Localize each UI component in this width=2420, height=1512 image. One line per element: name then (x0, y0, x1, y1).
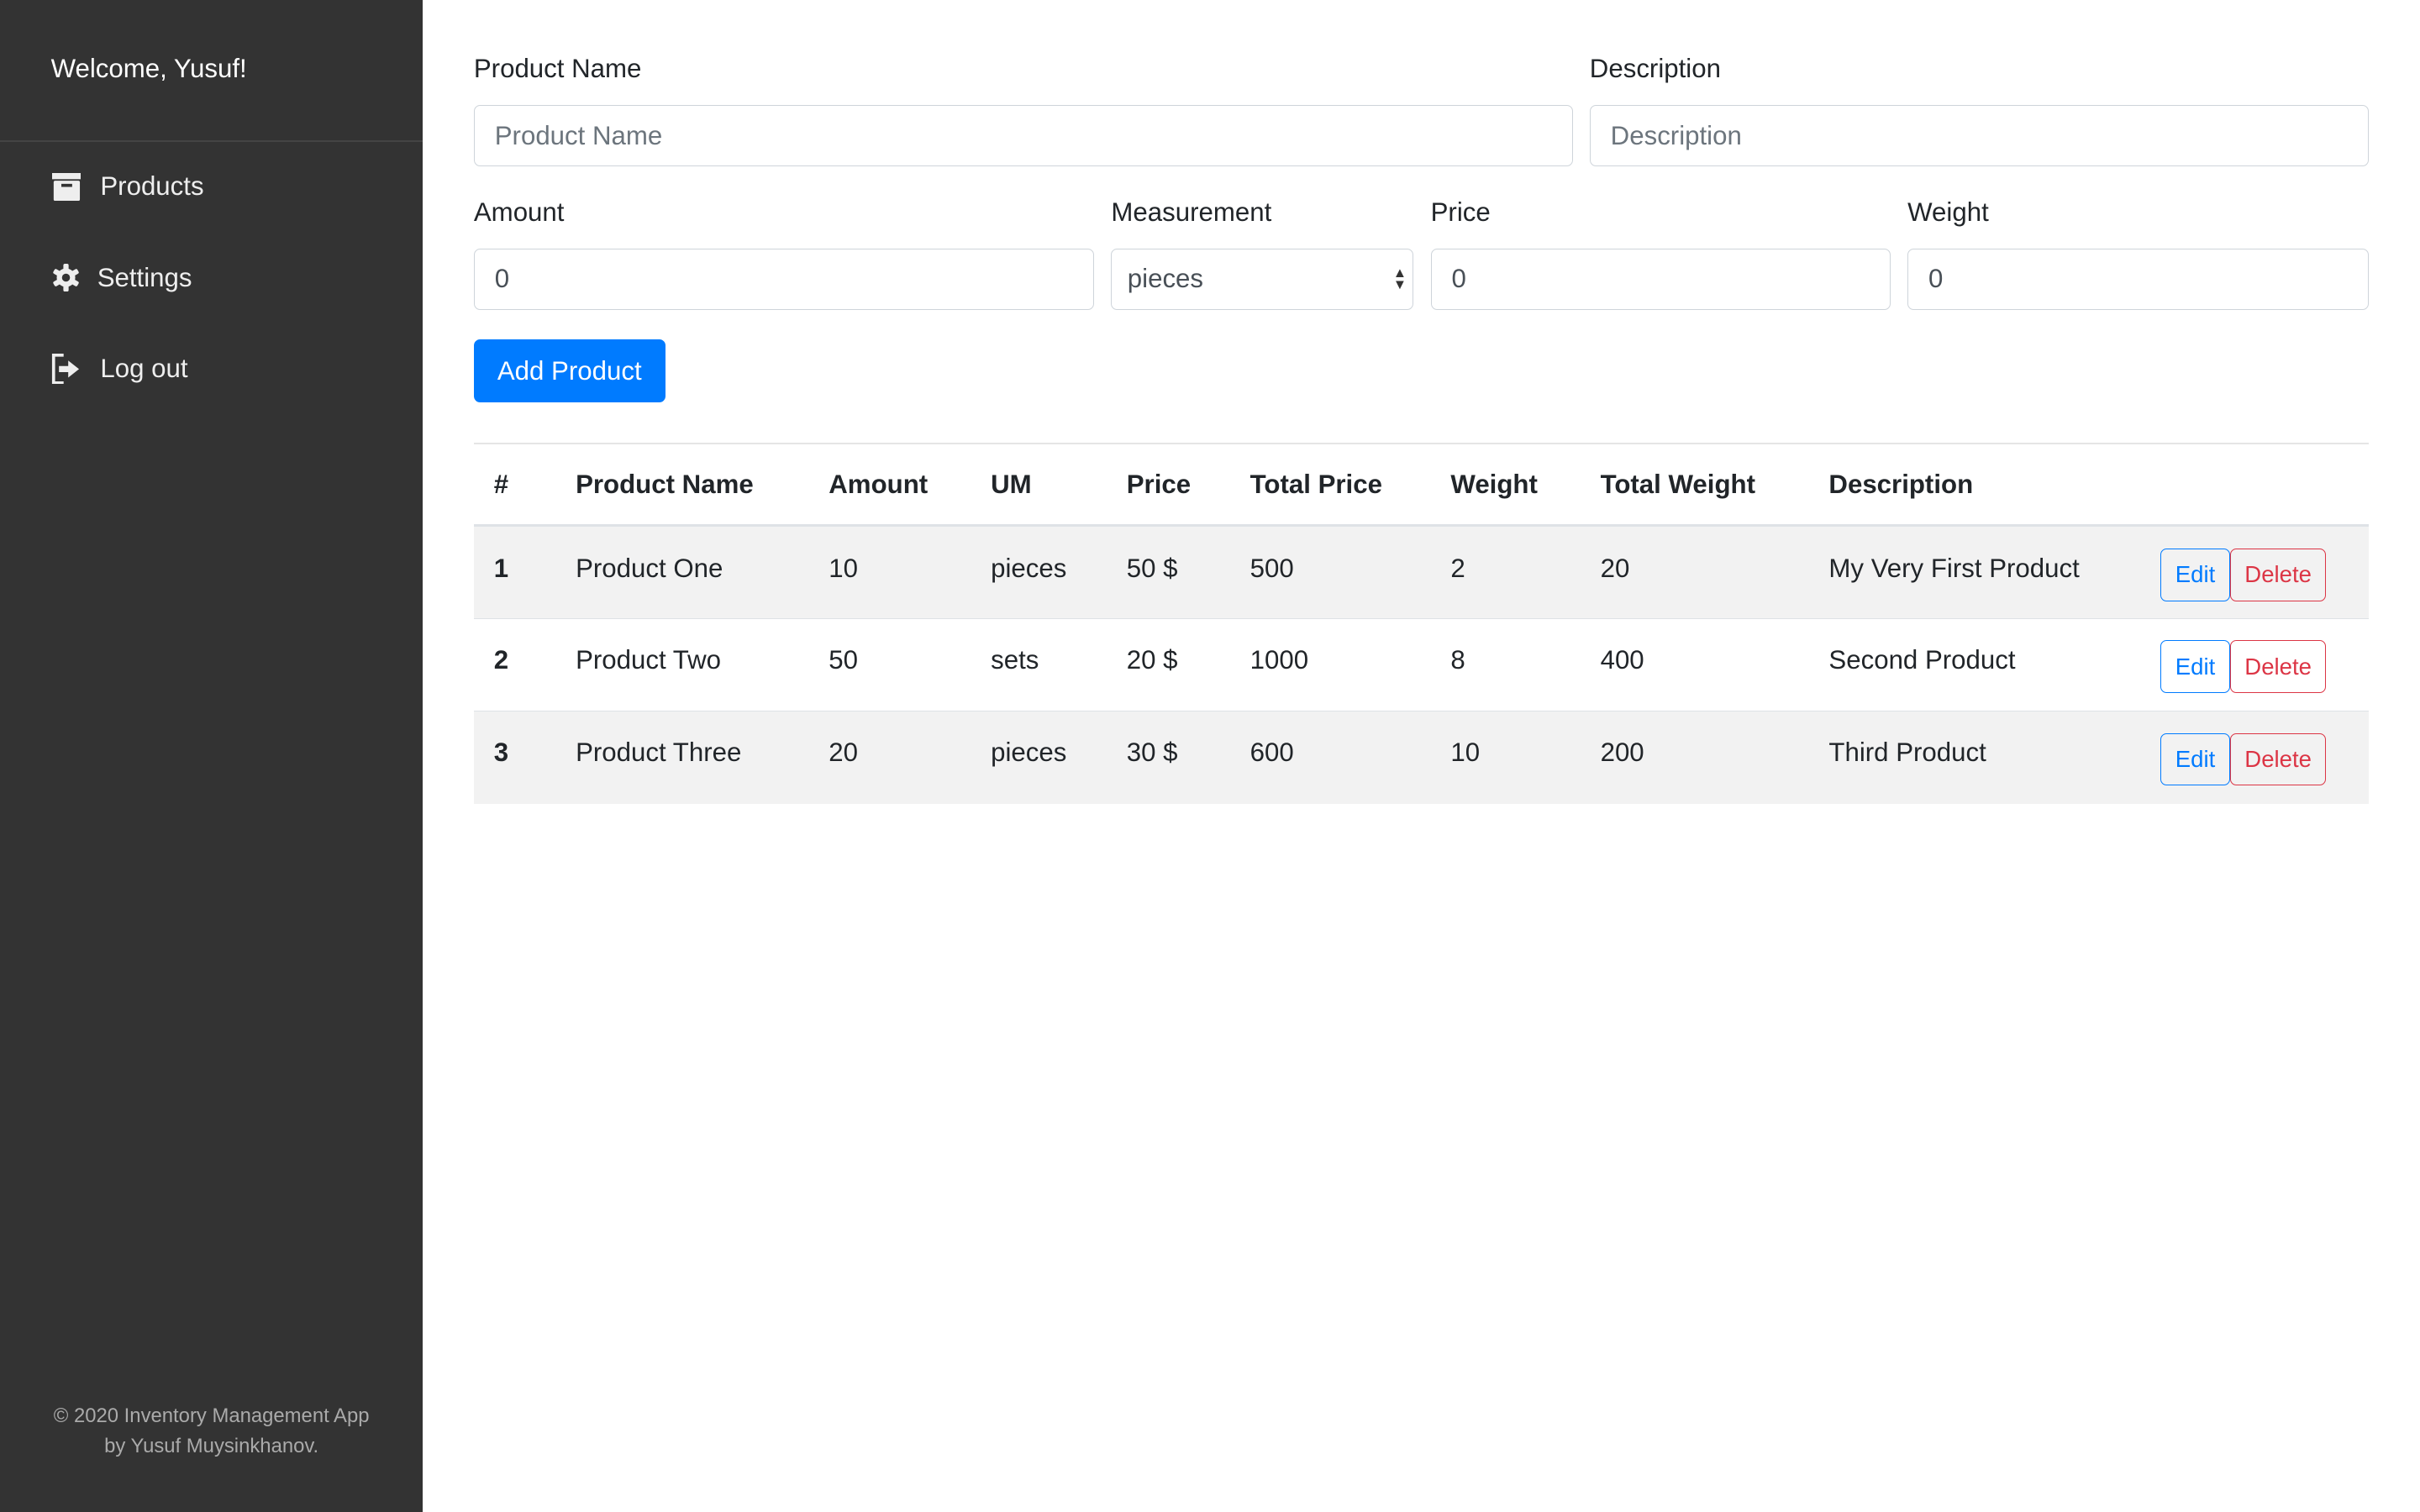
sidebar-item-products[interactable]: Products (51, 171, 204, 202)
footer-copyright: © 2020 Inventory Management App (53, 1404, 370, 1427)
product-name-input[interactable] (473, 104, 1573, 167)
cell-weight: 10 (1430, 710, 1581, 804)
header-total-weight: Total Weight (1580, 444, 1809, 528)
cell-amount: 20 (808, 710, 971, 804)
header-weight: Weight (1430, 444, 1581, 528)
footer: © 2020 Inventory Management App by Yusuf… (0, 1401, 423, 1462)
edit-button[interactable]: Edit (2160, 640, 2230, 693)
weight-input[interactable] (1907, 248, 2370, 311)
weight-label: Weight (1907, 197, 1989, 228)
cell-um: pieces (971, 525, 1107, 619)
cell-actions: Edit Delete (2149, 617, 2370, 711)
header-amount: Amount (808, 444, 971, 528)
description-label: Description (1589, 54, 1721, 84)
cell-description: Second Product (1808, 617, 2150, 711)
footer-author: by Yusuf Muysinkhanov. (104, 1435, 319, 1458)
cell-num: 3 (473, 710, 556, 804)
cell-actions: Edit Delete (2149, 710, 2370, 804)
header-product-name: Product Name (555, 444, 809, 528)
cell-description: Third Product (1808, 710, 2150, 804)
sign-out-icon (51, 353, 82, 385)
cell-product-name: Product One (555, 525, 809, 619)
price-input[interactable] (1430, 248, 1891, 311)
cell-amount: 50 (808, 617, 971, 711)
table-row: 2 Product Two 50 sets 20 $ 1000 8 400 Se… (473, 617, 2370, 711)
amount-input[interactable] (473, 248, 1095, 311)
cell-total-weight: 200 (1580, 710, 1809, 804)
amount-label: Amount (473, 197, 565, 228)
welcome-text: Welcome, Yusuf! (50, 54, 247, 84)
select-arrows-icon: ▲ ▼ (1392, 264, 1407, 293)
cell-price: 50 $ (1106, 525, 1230, 619)
sidebar-item-logout[interactable]: Log out (51, 353, 188, 385)
add-product-button[interactable]: Add Product (473, 339, 666, 403)
delete-button[interactable]: Delete (2229, 732, 2327, 785)
sidebar: Welcome, Yusuf! Products Settings Log ou… (0, 0, 424, 1512)
delete-button[interactable]: Delete (2229, 640, 2327, 693)
products-table: # Product Name Amount UM Price Total Pri… (473, 444, 2370, 804)
header-description: Description (1808, 444, 2150, 528)
cell-um: pieces (971, 710, 1107, 804)
sidebar-item-label: Log out (100, 353, 188, 383)
header-um: UM (971, 444, 1107, 528)
description-input[interactable] (1589, 104, 2370, 167)
table-row: 3 Product Three 20 pieces 30 $ 600 10 20… (473, 710, 2370, 804)
cell-total-price: 500 (1229, 525, 1431, 619)
cell-amount: 10 (808, 525, 971, 619)
price-label: Price (1430, 197, 1491, 228)
sidebar-item-label: Products (100, 171, 204, 202)
edit-button[interactable]: Edit (2160, 732, 2230, 785)
cell-description: My Very First Product (1808, 525, 2150, 619)
header-total-price: Total Price (1229, 444, 1431, 528)
cell-product-name: Product Two (555, 617, 809, 711)
table-header-row: # Product Name Amount UM Price Total Pri… (473, 444, 2370, 528)
archive-icon (51, 171, 82, 202)
cell-price: 20 $ (1106, 617, 1230, 711)
cell-weight: 2 (1430, 525, 1581, 619)
measurement-value: pieces (1127, 264, 1204, 294)
product-name-label: Product Name (473, 54, 642, 84)
sidebar-item-label: Settings (97, 262, 192, 292)
cell-total-price: 600 (1229, 710, 1431, 804)
cell-total-price: 1000 (1229, 617, 1431, 711)
sidebar-divider (0, 140, 424, 142)
cell-total-weight: 400 (1580, 617, 1809, 711)
header-num: # (473, 444, 556, 528)
header-actions (2149, 444, 2370, 528)
gear-icon (51, 262, 82, 293)
measurement-label: Measurement (1111, 197, 1272, 228)
cell-num: 1 (473, 525, 556, 619)
cell-weight: 8 (1430, 617, 1581, 711)
cell-num: 2 (473, 617, 556, 711)
measurement-select[interactable]: pieces ▲ ▼ (1111, 248, 1414, 311)
sidebar-item-settings[interactable]: Settings (51, 262, 192, 293)
edit-button[interactable]: Edit (2160, 549, 2230, 601)
delete-button[interactable]: Delete (2229, 549, 2327, 601)
cell-price: 30 $ (1106, 710, 1230, 804)
table-row: 1 Product One 10 pieces 50 $ 500 2 20 My… (473, 525, 2370, 619)
header-price: Price (1106, 444, 1230, 528)
cell-actions: Edit Delete (2149, 525, 2370, 619)
cell-total-weight: 20 (1580, 525, 1809, 619)
cell-product-name: Product Three (555, 710, 809, 804)
cell-um: sets (971, 617, 1107, 711)
